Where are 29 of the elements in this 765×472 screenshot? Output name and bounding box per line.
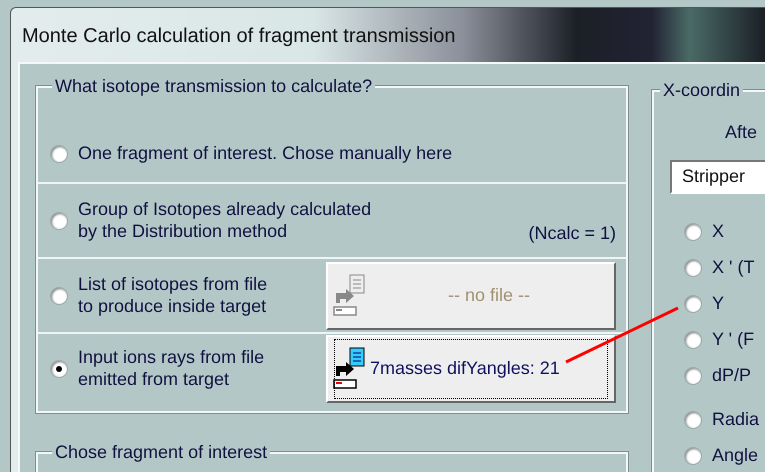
radio-button[interactable] (684, 331, 702, 349)
radio-button[interactable] (684, 295, 702, 313)
radio-button[interactable] (684, 367, 702, 385)
radio-button[interactable] (50, 286, 68, 304)
dropdown[interactable]: Stripper (670, 160, 765, 194)
radio-button[interactable] (684, 259, 702, 277)
radio-button[interactable] (684, 411, 702, 429)
option-label[interactable]: Input ions rays from file emitted from target (78, 347, 264, 391)
radio-button[interactable] (50, 212, 68, 230)
option-label[interactable]: X ' (T (712, 257, 754, 279)
count-label: (Ncalc = 1) (528, 223, 616, 246)
option-label[interactable]: Angle (712, 445, 758, 467)
option-label[interactable]: One fragment of interest. Chose manually here (78, 142, 452, 164)
option-label[interactable]: Y ' (F (712, 329, 754, 351)
option-label[interactable]: Group of Isotopes already calculated by the Distribution method (78, 198, 372, 242)
option-label[interactable]: List of isotopes from file to produce inside target (78, 274, 268, 318)
group-legend: Chose fragment of interest (52, 442, 270, 464)
radio-button[interactable] (50, 144, 68, 162)
radio-button[interactable] (684, 447, 702, 465)
file-button[interactable]: 7masses difYangles: 21 (326, 335, 616, 403)
radio-button[interactable] (684, 223, 702, 241)
radio-button[interactable] (50, 360, 68, 378)
option-label[interactable]: X (712, 221, 724, 243)
option-label[interactable]: Y (712, 293, 724, 315)
option-label[interactable]: dP/P (712, 365, 752, 387)
window-title: Monte Carlo calculation of fragment transmission (22, 24, 456, 48)
option-label[interactable]: Radia (712, 409, 760, 431)
group-legend: What isotope transmission to calculate? (52, 76, 376, 98)
group-subtitle: Afte (725, 122, 758, 144)
